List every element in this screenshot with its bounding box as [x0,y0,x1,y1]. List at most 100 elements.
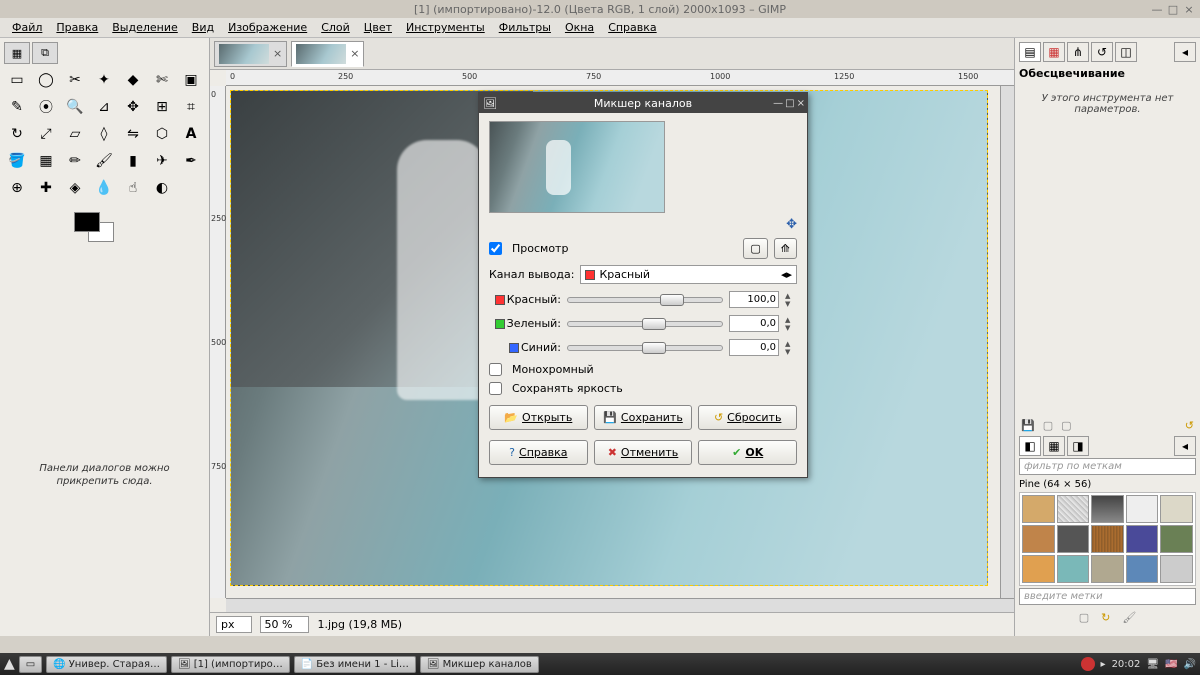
tool-paths-icon[interactable]: ✎ [4,95,30,119]
tool-smudge-icon[interactable]: ☝ [120,176,146,200]
red-spinner[interactable]: ▲▼ [785,292,797,308]
taskbar-item[interactable]: 🖼[1] (импортиро… [171,656,290,673]
fg-bg-color[interactable] [74,212,124,252]
menu-view[interactable]: Вид [186,19,220,36]
menu-colors[interactable]: Цвет [358,19,398,36]
btn-save-icon[interactable]: 💾 [1021,419,1035,432]
red-value-input[interactable]: 100,0 [729,291,779,308]
tool-heal-icon[interactable]: ✚ [33,176,59,200]
tool-align-icon[interactable]: ⊞ [149,95,175,119]
tool-color-picker-icon[interactable]: ⦿ [33,95,59,119]
tooltab-folder-icon[interactable]: ⧉ [32,42,58,64]
menu-help[interactable]: Справка [602,19,662,36]
tool-move-icon[interactable]: ✥ [120,95,146,119]
green-spinner[interactable]: ▲▼ [785,316,797,332]
tool-rect-select-icon[interactable]: ▭ [4,68,30,92]
dialog-minimize-icon[interactable]: — [773,98,783,109]
rtab-paths-icon[interactable]: ⋔ [1067,42,1089,62]
scrollbar-vertical[interactable] [1000,86,1014,598]
tray-volume-icon[interactable]: 🔊 [1184,659,1196,670]
pattern-swatch[interactable] [1160,525,1193,553]
tool-ellipse-select-icon[interactable]: ◯ [33,68,59,92]
tool-perspective-clone-icon[interactable]: ◈ [62,176,88,200]
dialog-maximize-icon[interactable]: □ [785,98,794,109]
blue-value-input[interactable]: 0,0 [729,339,779,356]
close-icon[interactable]: × [1182,3,1196,16]
output-channel-dropdown[interactable]: Красный◂▸ [580,265,797,284]
tool-pencil-icon[interactable]: ✏ [62,149,88,173]
menu-filters[interactable]: Фильтры [493,19,557,36]
tool-bucket-fill-icon[interactable]: 🪣 [4,149,30,173]
dialog-titlebar[interactable]: 🖼 Микшер каналов — □ × [479,93,807,113]
menu-image[interactable]: Изображение [222,19,313,36]
pattern-swatch[interactable] [1022,495,1055,523]
pattern-swatch[interactable] [1126,525,1159,553]
pattern-swatch[interactable] [1057,495,1090,523]
tool-dodgeburn-icon[interactable]: ◐ [149,176,175,200]
start-menu-icon[interactable]: ▲ [4,656,15,672]
tool-rotate-icon[interactable]: ↻ [4,122,30,146]
green-slider[interactable] [567,321,723,327]
rtab-undo-icon[interactable]: ↺ [1091,42,1113,62]
ptab-gradients-icon[interactable]: ◨ [1067,436,1089,456]
btn-revert-icon[interactable]: ▢ [1043,419,1053,432]
btn-reset-icon[interactable]: ↺ [1185,419,1194,432]
tool-foreground-select-icon[interactable]: ▣ [178,68,204,92]
preserve-luminosity-checkbox[interactable] [489,382,502,395]
pattern-swatch[interactable] [1126,495,1159,523]
zoom-dropdown[interactable]: 50 % [260,616,310,633]
menu-tools[interactable]: Инструменты [400,19,491,36]
green-value-input[interactable]: 0,0 [729,315,779,332]
ruler-horizontal[interactable]: 0 250 500 750 1000 1250 1500 [226,70,1014,86]
taskbar-item[interactable]: 📄Без имени 1 - Li… [294,656,416,673]
ptab-menu-icon[interactable]: ◂ [1174,436,1196,456]
tool-clone-icon[interactable]: ⊕ [4,176,30,200]
pattern-swatch[interactable] [1091,555,1124,583]
menu-edit[interactable]: Правка [50,19,104,36]
blue-slider[interactable] [567,345,723,351]
tool-fuzzy-select-icon[interactable]: ✦ [91,68,117,92]
pattern-swatch[interactable] [1022,555,1055,583]
pattern-swatch[interactable] [1160,495,1193,523]
tool-blur-icon[interactable]: 💧 [91,176,117,200]
unit-dropdown[interactable]: px [216,616,252,633]
btn-delete-icon[interactable]: ▢ [1061,419,1071,432]
red-slider[interactable] [567,297,723,303]
ruler-vertical[interactable]: 0 250 500 750 [210,86,226,598]
tool-zoom-icon[interactable]: 🔍 [62,95,88,119]
tool-crop-icon[interactable]: ⌗ [178,95,204,119]
tool-perspective-icon[interactable]: ◊ [91,122,117,146]
pattern-tags-input[interactable]: введите метки [1019,588,1196,605]
tool-shear-icon[interactable]: ▱ [62,122,88,146]
dialog-close-icon[interactable]: × [797,98,805,109]
fg-color-swatch[interactable] [74,212,100,232]
document-tab[interactable]: × [214,41,287,67]
tab-close-icon[interactable]: × [350,47,359,60]
tray-record-icon[interactable] [1081,657,1095,671]
tool-airbrush-icon[interactable]: ✈ [149,149,175,173]
help-button[interactable]: ?Справка [489,440,588,465]
tray-screen-icon[interactable]: 🖥 [1146,659,1159,670]
tool-text-icon[interactable]: A [178,122,204,146]
preview-nav-prev-icon[interactable]: ▢ [743,238,767,259]
tool-bycolor-select-icon[interactable]: ◆ [120,68,146,92]
ok-button[interactable]: ✔OK [698,440,797,465]
menu-layer[interactable]: Слой [315,19,356,36]
pattern-swatch[interactable] [1091,525,1124,553]
tool-flip-icon[interactable]: ⇋ [120,122,146,146]
rtab-menu-icon[interactable]: ◂ [1174,42,1196,62]
document-tab-active[interactable]: × [291,41,364,67]
ptab-patterns-icon[interactable]: ▦ [1043,436,1065,456]
tab-close-icon[interactable]: × [273,47,282,60]
pattern-swatch[interactable] [1022,525,1055,553]
pattern-swatch[interactable] [1091,495,1124,523]
ptab-brushes-icon[interactable]: ◧ [1019,436,1041,456]
tool-measure-icon[interactable]: ⊿ [91,95,117,119]
scrollbar-horizontal[interactable] [226,598,1014,612]
cancel-button[interactable]: ✖Отменить [594,440,693,465]
rtab-histogram-icon[interactable]: ◫ [1115,42,1137,62]
preview-checkbox[interactable] [489,242,502,255]
tool-free-select-icon[interactable]: ✂ [62,68,88,92]
tool-eraser-icon[interactable]: ▮ [120,149,146,173]
pattern-swatch[interactable] [1126,555,1159,583]
